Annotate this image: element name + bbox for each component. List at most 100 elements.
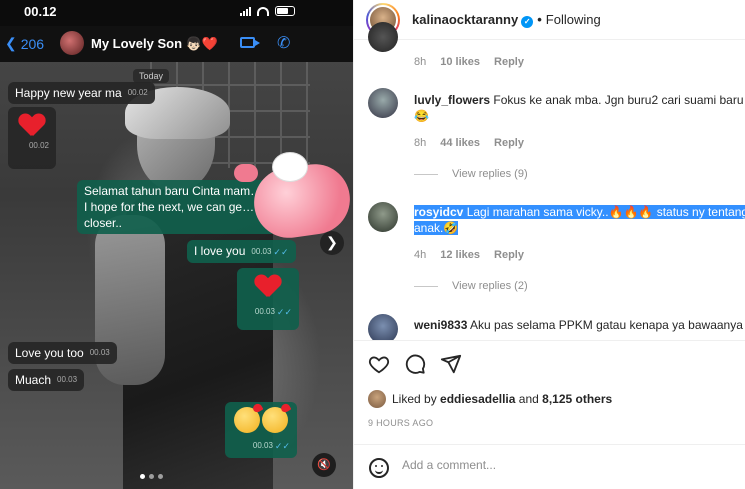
battery-icon [275,6,295,16]
view-replies-button[interactable]: View replies (2) [414,280,528,292]
message-time: 00.03 [89,348,110,357]
chevron-right-icon: ❯ [326,234,338,250]
carousel-dot [158,474,163,479]
message-bubble: 00.03 ✓✓ [237,268,299,330]
message-bubble: Muach 00.03 [8,369,85,391]
reply-button[interactable]: Reply [494,137,524,149]
read-tick-icon: ✓✓ [274,441,290,451]
selected-text: rosyidcv Lagi marahan sama vicky..🔥🔥🔥 st… [414,205,745,219]
phone-call-icon[interactable]: ✆ [277,33,290,53]
comment-text: Fokus ke anak mba. Jgn buru2 cari suami … [493,93,744,107]
signal-icon [240,6,251,16]
reply-button[interactable]: Reply [494,249,524,261]
post-header: kalinaocktaranny ✓ • Following [354,0,745,40]
red-heart-icon [19,114,45,138]
post-username[interactable]: kalinaocktaranny [412,12,518,27]
message-bubble: 00.03 ✓✓ [225,402,297,458]
message-time: 00.02 [127,88,148,97]
post-actions [354,340,745,384]
liked-by-count[interactable]: 8,125 others [542,392,612,406]
chat-header: ❮ 206 My Lovely Son 👦🏻❤️ ✆ [0,26,353,62]
back-button[interactable]: ❮ 206 [5,35,44,52]
reply-button[interactable]: Reply [494,56,524,68]
message-time: 00.03 [251,247,272,256]
following-button[interactable]: Following [546,12,601,27]
liked-by: Liked by eddiesadellia and 8,125 others [368,390,612,408]
message-bubble: Happy new year ma 00.02 [8,82,155,104]
comment-item: rosyidcv Lagi marahan sama vicky..🔥🔥🔥 st… [354,200,745,300]
view-replies-button[interactable]: View replies (9) [414,168,528,180]
view-replies-label: View replies (9) [452,168,528,180]
carousel-dot [149,474,154,479]
comment-time: 4h [414,249,427,261]
message-time: 00.03 [252,441,273,450]
dot-separator: • [537,12,542,27]
comment-text: Aku pas selama PPKM gatau kenapa ya bawa… [470,318,743,332]
speaker-muted-icon: 🔇 [317,459,331,471]
status-time: 00.12 [24,4,57,19]
comment-time: 8h [414,56,427,68]
comment-avatar[interactable] [368,202,398,232]
read-tick-icon: ✓✓ [273,247,289,257]
comments-panel: kalinaocktaranny ✓ • Following 8h 10 likes Re… [353,0,745,489]
comment-time: 8h [414,137,427,149]
back-count: 206 [20,35,45,52]
comment-item: weni9833 Aku pas selama PPKM gatau kenap… [354,312,745,340]
comment-username[interactable]: rosyidcv [414,205,463,219]
pink-heart-icon [234,164,258,182]
post-time-ago[interactable]: 9 HOURS AGO [368,418,433,428]
replies-divider [414,173,438,175]
message-bubble: 00.02 [8,107,56,169]
chat-avatar [60,31,84,55]
kiss-emoji-icon [262,407,288,433]
message-text: Muach [15,373,52,387]
view-replies-label: View replies (2) [452,280,528,292]
wifi-icon [257,6,269,16]
comment-avatar[interactable] [368,314,398,340]
comment-likes[interactable]: 12 likes [440,249,480,261]
message-bubble: I love you 00.03 ✓✓ [187,240,296,263]
message-time: 00.03 [57,375,78,384]
add-comment-bar [354,444,745,489]
mute-button[interactable]: 🔇 [312,453,336,477]
emoji-picker-icon[interactable] [369,458,389,478]
liker-avatar[interactable] [368,390,386,408]
comment-item: 8h 10 likes Reply [354,22,745,80]
bear-icon [272,152,308,182]
carousel-indicator [140,474,163,479]
verified-badge-icon: ✓ [521,16,534,28]
message-text: Happy new year ma [15,86,122,100]
kiss-emoji-icon [234,407,260,433]
post-media[interactable]: 00.12 ❮ 206 My Lovely Son 👦🏻❤️ ✆ Today H… [0,0,353,489]
comment-bubble-icon[interactable] [404,353,426,375]
red-heart-icon [255,275,281,299]
comment-username[interactable]: weni9833 [414,318,467,332]
message-text: Love you too [15,346,84,360]
comment-likes[interactable]: 44 likes [440,137,480,149]
message-time: 00.03 [254,307,275,316]
liked-by-mid: and [518,392,539,406]
phone-status-bar: 00.12 [0,0,353,26]
add-comment-input[interactable] [402,458,722,472]
like-heart-icon[interactable] [368,353,390,375]
read-tick-icon: ✓✓ [276,307,292,317]
chat-name: My Lovely Son 👦🏻❤️ [91,36,219,51]
message-text: I love you [194,244,246,258]
comment-item: luvly_flowers Fokus ke anak mba. Jgn bur… [354,88,745,188]
comment-username[interactable]: luvly_flowers [414,93,490,107]
video-call-icon[interactable] [240,37,260,48]
carousel-dot [140,474,145,479]
laughing-emoji: 😂 [414,109,429,123]
chevron-left-icon: ❮ [5,35,17,51]
date-chip: Today [133,69,170,83]
comment-avatar[interactable] [368,22,398,52]
comment-likes[interactable]: 10 likes [440,56,480,68]
heart-bear-sticker [232,148,353,243]
replies-divider [414,285,438,287]
next-slide-button[interactable]: ❯ [320,231,344,255]
share-send-icon[interactable] [440,353,462,375]
comment-avatar[interactable] [368,88,398,118]
comment-text-line2: anak.🤣 [414,221,459,235]
liked-by-user[interactable]: eddiesadellia [440,392,515,406]
message-bubble: Love you too 00.03 [8,342,117,364]
